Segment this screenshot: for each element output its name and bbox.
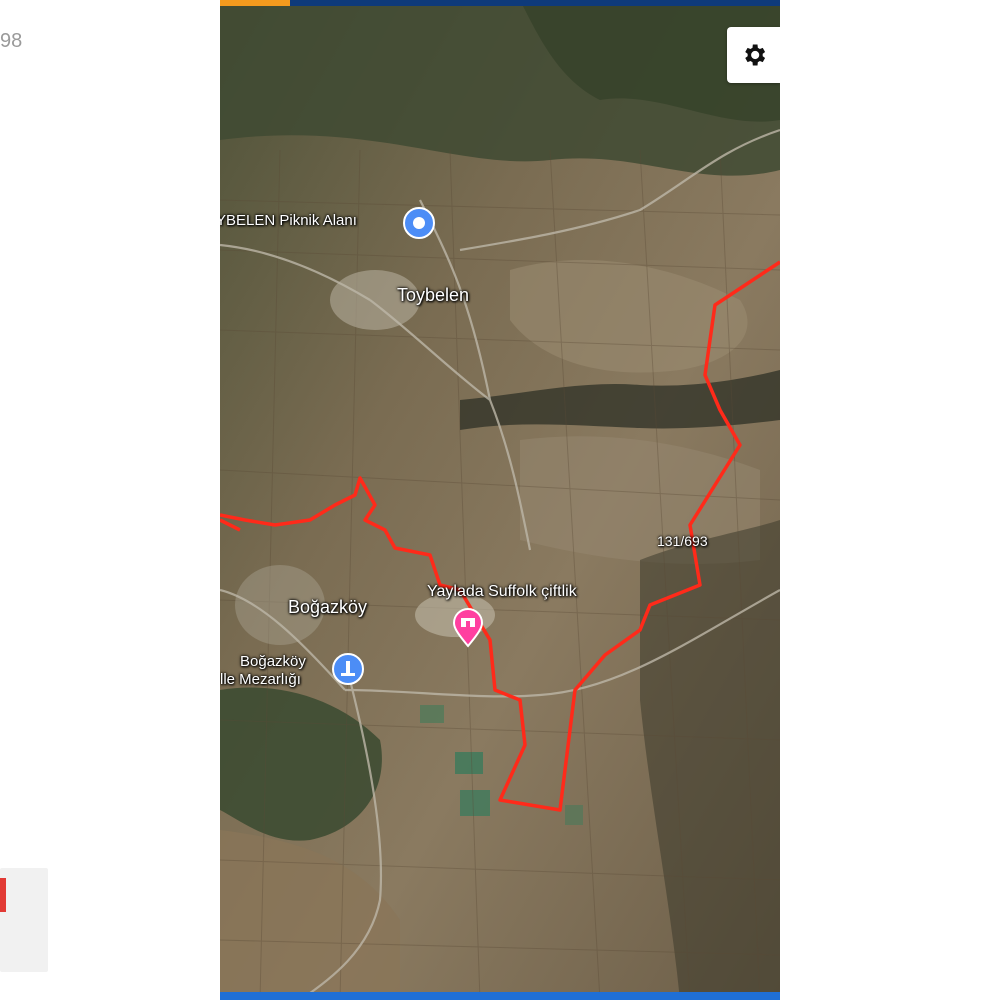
right-margin — [780, 0, 1000, 1000]
thumbnail-accent — [0, 878, 6, 912]
thumbnail-fragment — [0, 868, 48, 972]
cemetery-label-line2[interactable]: lle Mezarlığı — [220, 671, 301, 688]
farm-label[interactable]: Yaylada Suffolk çiftlik — [427, 583, 577, 601]
left-margin — [0, 0, 220, 1000]
farm-pin-icon[interactable] — [452, 608, 484, 653]
cemetery-label-line1[interactable]: Boğazköy — [240, 653, 306, 670]
picnic-area-label[interactable]: YBELEN Piknik Alanı — [220, 212, 357, 229]
top-bar — [220, 0, 780, 6]
page-number-fragment: 98 — [0, 30, 23, 52]
satellite-map[interactable]: YBELEN Piknik Alanı Toybelen 131/693 Yay… — [220, 0, 780, 1000]
top-bar-accent — [220, 0, 290, 6]
bottom-bar — [220, 992, 780, 1000]
settings-button[interactable] — [727, 27, 780, 83]
village-label-bogazkoy[interactable]: Boğazköy — [288, 597, 367, 618]
cemetery-pin-icon[interactable] — [331, 652, 365, 691]
village-label-toybelen[interactable]: Toybelen — [397, 285, 469, 306]
parcel-label: 131/693 — [657, 533, 708, 549]
gear-icon — [744, 44, 765, 66]
satellite-imagery — [220, 0, 780, 1000]
picnic-pin-icon[interactable] — [402, 206, 436, 245]
